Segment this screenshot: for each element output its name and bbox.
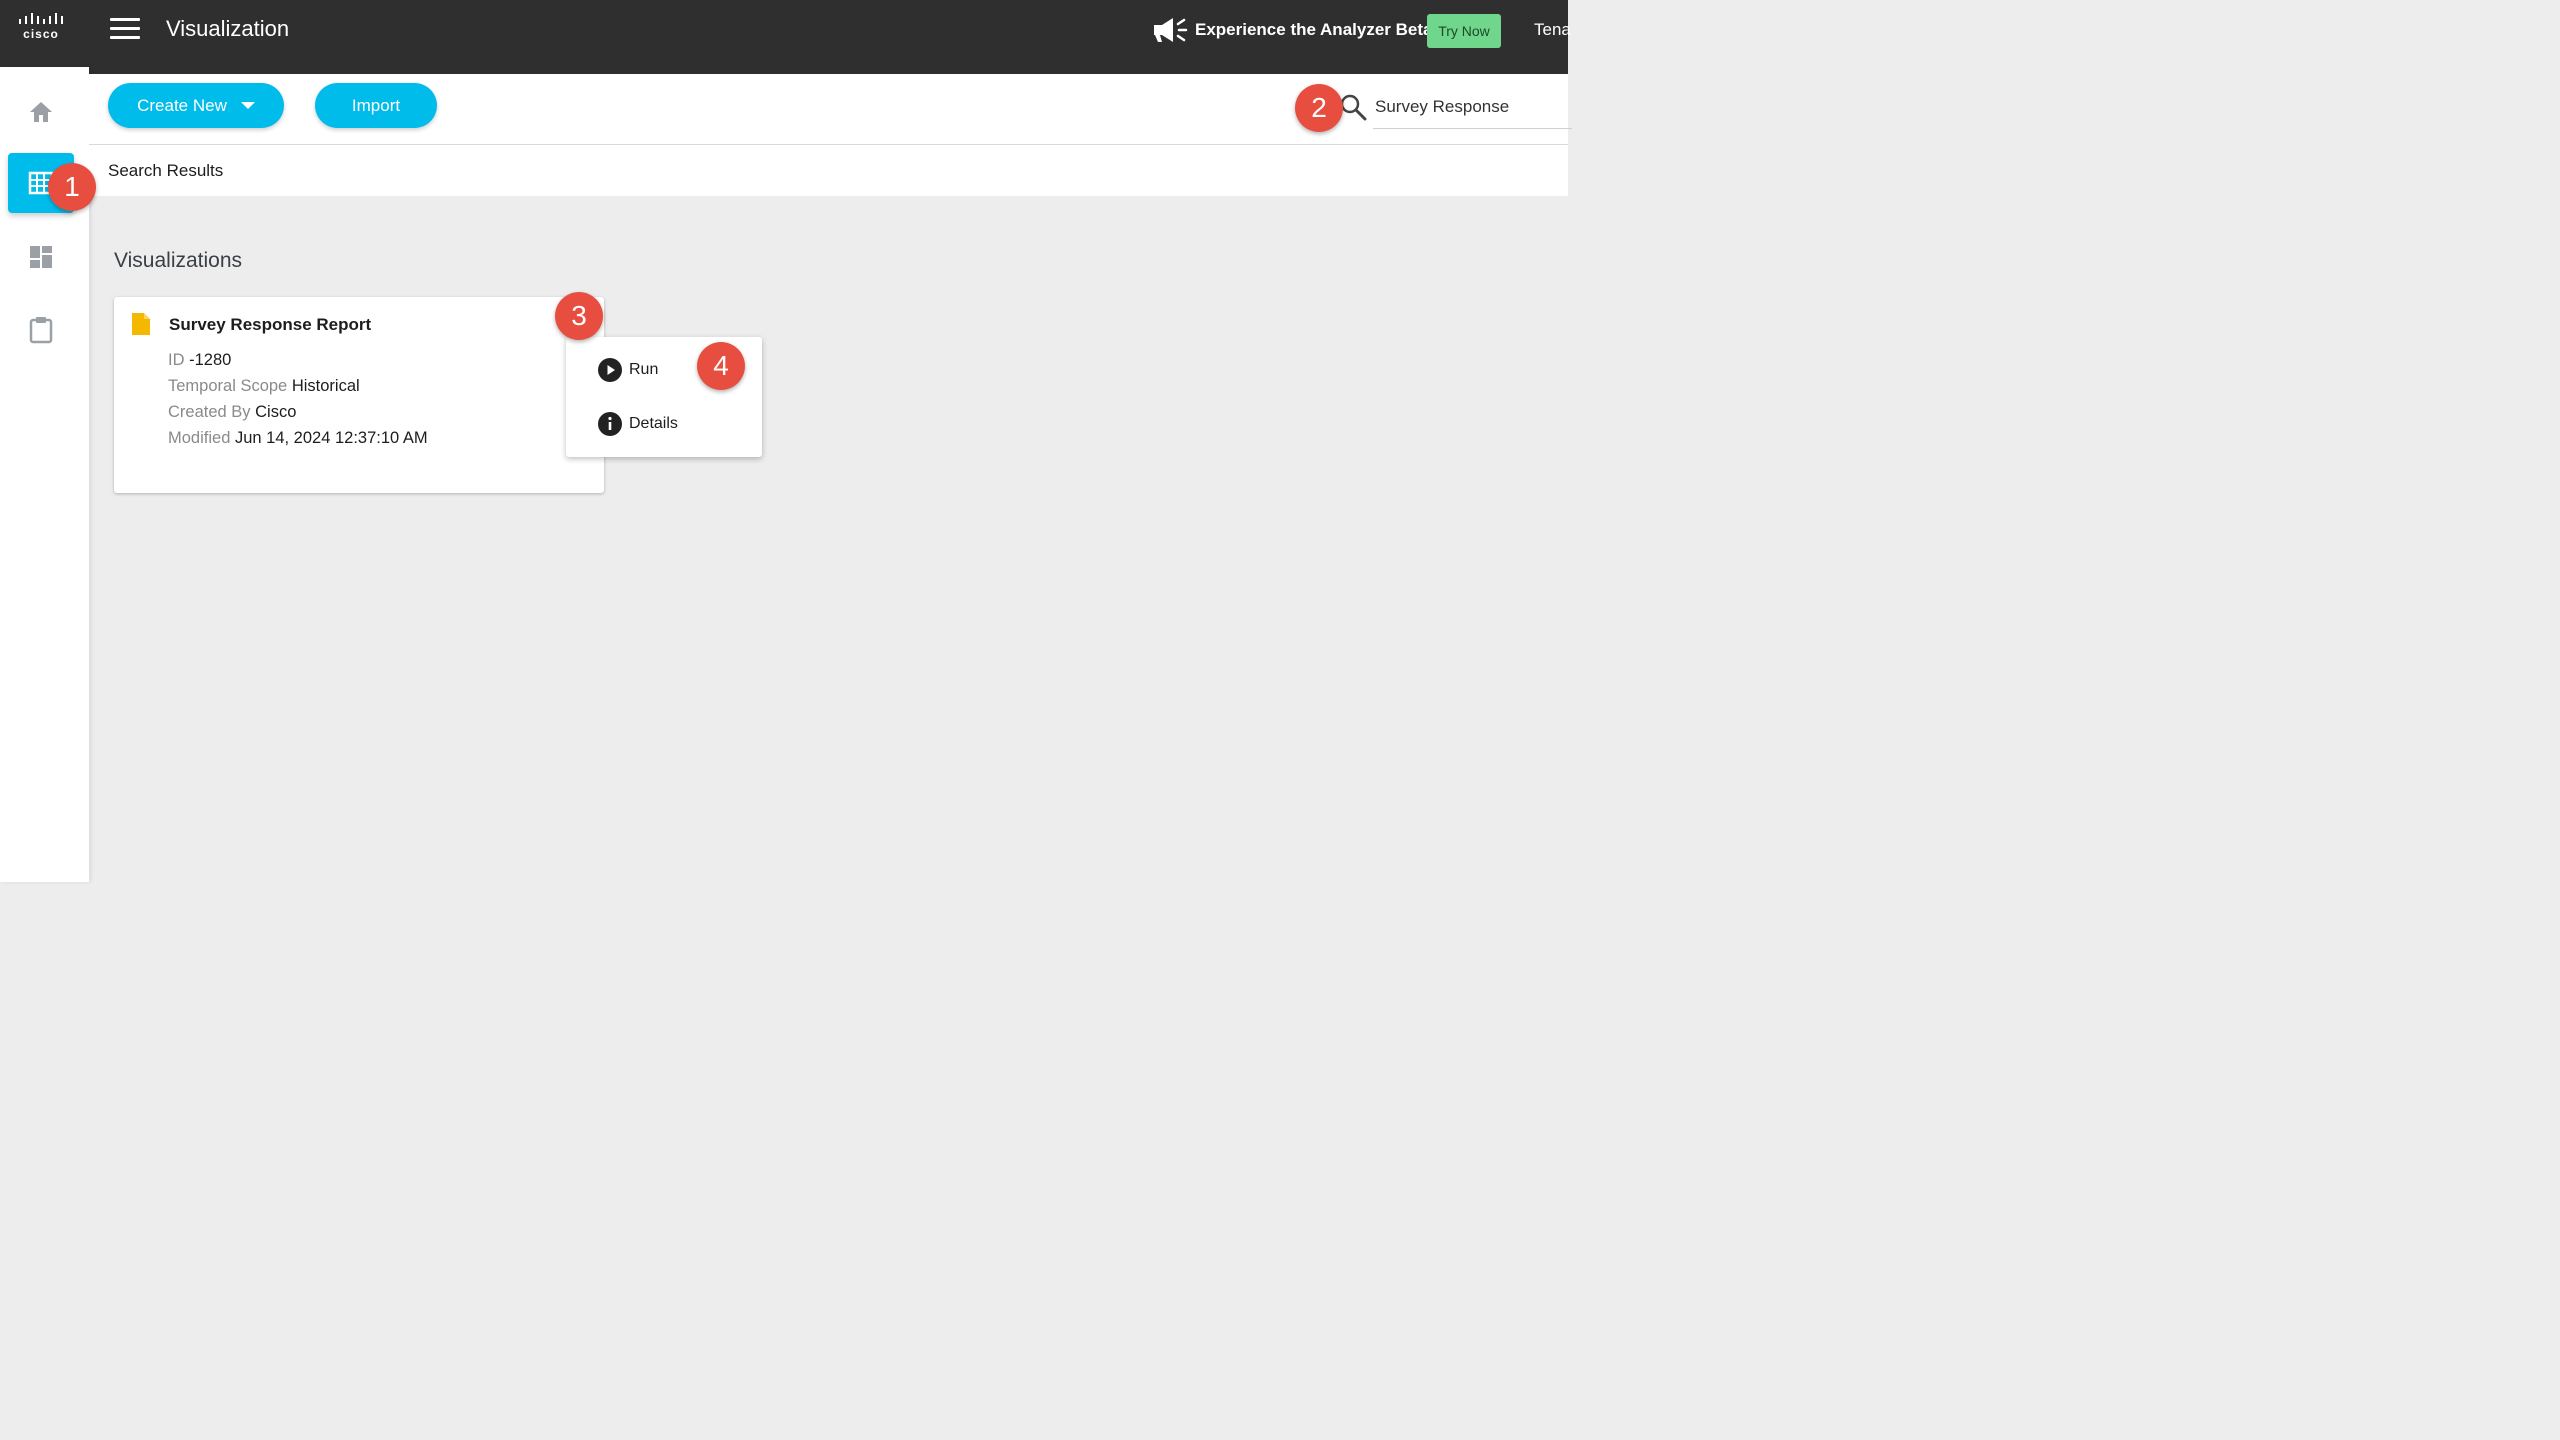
card-scope-row: Temporal Scope Historical [168,377,360,396]
create-new-label: Create New [137,95,227,115]
card-title[interactable]: Survey Response Report [169,315,371,335]
card-modified-key: Modified [168,429,231,447]
search-results-label: Search Results [108,161,224,180]
import-button[interactable]: Import [315,83,437,128]
cisco-bars-icon [19,13,63,24]
toolbar: Create New Import [89,74,1572,145]
nav-item-home[interactable] [8,82,74,142]
menu-item-run-label: Run [629,361,659,378]
search-icon[interactable] [1339,93,1367,121]
megaphone-icon [1154,18,1188,42]
step-badge-3: 3 [555,292,603,340]
menu-item-run[interactable]: Run [598,358,658,382]
page-title: Visualization [166,16,290,41]
search-input[interactable] [1373,86,1572,129]
document-icon [132,313,150,335]
card-id-key: ID [168,351,185,369]
card-created-key: Created By [168,403,251,421]
visualization-card[interactable]: Survey Response Report ID -1280 Temporal… [114,297,604,493]
home-icon [30,102,52,122]
section-title: Visualizations [114,249,243,272]
cisco-logo[interactable]: cisco [0,0,89,67]
card-created-value: Cisco [255,403,297,421]
chevron-down-icon [240,102,255,109]
card-id-row: ID -1280 [168,351,231,370]
play-icon [598,358,622,382]
card-scope-value: Historical [291,377,360,395]
card-created-row: Created By Cisco [168,403,296,422]
menu-item-details-label: Details [629,415,678,432]
step-badge-1: 1 [48,163,96,211]
logo-text: cisco [23,27,59,41]
card-modified-value: Jun 14, 2024 12:37:10 AM [234,429,428,447]
nav-item-reports[interactable] [8,300,74,360]
nav-item-dashboards[interactable] [8,227,74,287]
card-scope-key: Temporal Scope [168,377,288,395]
analyzer-beta-text: Experience the Analyzer Beta [1195,20,1433,39]
create-new-button[interactable]: Create New [108,83,284,128]
clipboard-icon [29,317,53,344]
info-icon [598,412,622,436]
try-now-button[interactable]: Try Now [1427,14,1501,48]
menu-item-details[interactable]: Details [598,412,678,436]
card-modified-row: Modified Jun 14, 2024 12:37:10 AM [168,429,428,448]
hamburger-menu-icon[interactable] [110,18,140,40]
search-results-header: Search Results [89,145,1568,196]
dashboard-icon [30,246,52,268]
tenant-selector[interactable]: Tena [1534,20,1571,40]
card-id-value: -1280 [189,351,232,369]
step-badge-2: 2 [1295,84,1343,132]
step-badge-4: 4 [697,342,745,390]
